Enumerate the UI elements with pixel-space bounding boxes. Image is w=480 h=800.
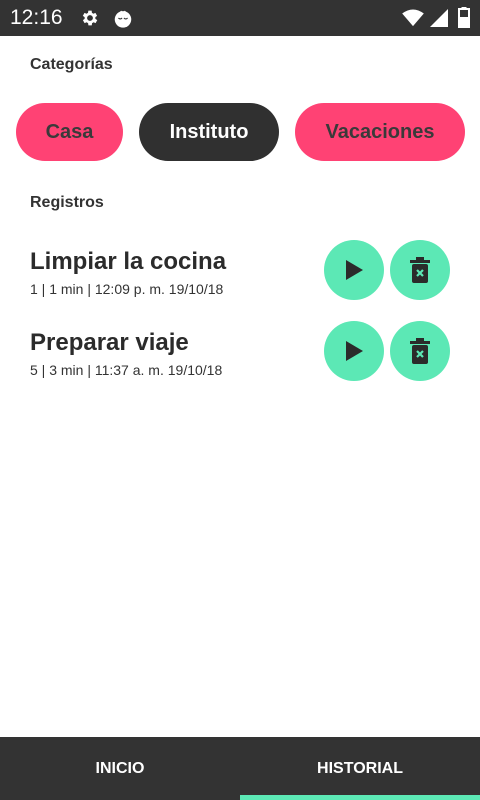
gear-icon (82, 10, 98, 26)
records-title: Registros (30, 194, 104, 211)
active-tab-indicator (240, 795, 480, 800)
play-icon (346, 341, 363, 361)
record-item: Limpiar la cocina 1 | 1 min | 12:09 p. m… (0, 240, 480, 318)
tomato-icon (114, 10, 132, 28)
delete-button[interactable] (390, 240, 450, 300)
battery-icon (458, 7, 470, 28)
bottom-nav: INICIO HISTORIAL (0, 737, 480, 800)
record-meta: 1 | 1 min | 12:09 p. m. 19/10/18 (30, 281, 224, 297)
wifi-icon (402, 9, 424, 27)
status-time: 12:16 (10, 6, 63, 29)
category-chip-casa[interactable]: Casa (16, 103, 123, 161)
categories-title: Categorías (30, 56, 113, 73)
category-chip-instituto[interactable]: Instituto (139, 103, 279, 161)
signal-icon (430, 9, 448, 27)
play-button[interactable] (324, 321, 384, 381)
delete-icon (410, 338, 430, 364)
status-bar: 12:16 (0, 0, 480, 36)
record-title: Limpiar la cocina (30, 248, 227, 275)
record-title: Preparar viaje (30, 329, 189, 356)
play-icon (346, 260, 363, 280)
delete-icon (410, 257, 430, 283)
category-chip-vacaciones[interactable]: Vacaciones (295, 103, 465, 161)
record-item: Preparar viaje 5 | 3 min | 11:37 a. m. 1… (0, 321, 480, 399)
record-meta: 5 | 3 min | 11:37 a. m. 19/10/18 (30, 362, 223, 378)
play-button[interactable] (324, 240, 384, 300)
delete-button[interactable] (390, 321, 450, 381)
tab-historial[interactable]: HISTORIAL (240, 737, 480, 800)
tab-inicio[interactable]: INICIO (0, 737, 240, 800)
